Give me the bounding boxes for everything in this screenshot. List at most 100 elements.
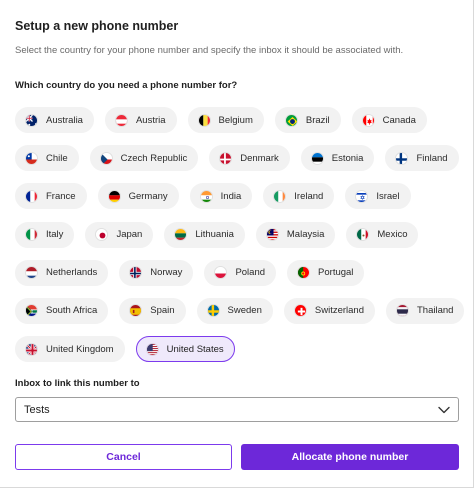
country-chip-label: Estonia	[331, 152, 364, 164]
dk-flag-icon	[219, 151, 233, 165]
jp-flag-icon	[95, 228, 109, 242]
no-flag-icon	[129, 266, 143, 280]
country-chip-czech-republic[interactable]: Czech Republic	[89, 145, 199, 172]
ca-flag-icon	[361, 113, 375, 127]
country-chip-label: Canada	[382, 114, 416, 126]
country-chip-brazil[interactable]: Brazil	[274, 107, 341, 133]
country-chip-norway[interactable]: Norway	[119, 259, 194, 286]
country-chip-label: Brazil	[305, 114, 330, 126]
country-chip-italy[interactable]: Italy	[15, 221, 75, 248]
country-chip-label: United Kingdom	[46, 343, 114, 355]
country-chip-label: France	[46, 190, 76, 202]
country-chip-label: Poland	[235, 267, 266, 279]
country-chip-label: Malaysia	[286, 229, 325, 241]
allocate-phone-number-button[interactable]: Allocate phone number	[241, 444, 459, 470]
country-chip-belgium[interactable]: Belgium	[187, 107, 264, 133]
country-chip-row: France Germany India Ireland Israel	[15, 183, 465, 210]
cz-flag-icon	[99, 151, 113, 165]
country-chip-label: Belgium	[218, 114, 253, 126]
country-chip-mexico[interactable]: Mexico	[346, 221, 419, 248]
country-chip-netherlands[interactable]: Netherlands	[15, 259, 109, 286]
country-chip-label: Finland	[416, 152, 448, 164]
pt-flag-icon	[297, 266, 311, 280]
country-chip-south-africa[interactable]: South Africa	[15, 297, 109, 324]
country-chip-label: Switzerland	[314, 305, 364, 317]
country-chip-ireland[interactable]: Ireland	[263, 183, 335, 210]
country-chip-thailand[interactable]: Thailand	[386, 297, 465, 324]
country-chip-france[interactable]: France	[15, 183, 87, 210]
ch-flag-icon	[293, 304, 307, 318]
country-chip-austria[interactable]: Austria	[104, 107, 177, 133]
country-chip-label: Denmark	[240, 152, 279, 164]
country-chip-estonia[interactable]: Estonia	[300, 145, 375, 172]
se-flag-icon	[206, 304, 220, 318]
es-flag-icon	[129, 304, 143, 318]
country-chip-united-kingdom[interactable]: United Kingdom	[15, 336, 125, 363]
mx-flag-icon	[356, 228, 370, 242]
country-chip-switzerland[interactable]: Switzerland	[283, 297, 375, 324]
country-chip-row: Netherlands Norway Poland Portugal	[15, 259, 465, 286]
my-flag-icon	[265, 228, 279, 242]
country-chip-label: Germany	[128, 190, 168, 202]
gb-flag-icon	[25, 342, 38, 356]
cancel-button[interactable]: Cancel	[15, 444, 232, 470]
inbox-select-value: Tests	[24, 403, 50, 416]
country-chip-label: United States	[166, 343, 224, 355]
country-chip-canada[interactable]: Canada	[351, 107, 427, 133]
dialog-subtitle: Select the country for your phone number…	[15, 45, 404, 56]
country-chip-malaysia[interactable]: Malaysia	[255, 221, 336, 248]
country-chip-finland[interactable]: Finland	[385, 145, 459, 172]
inbox-select[interactable]: Tests	[15, 397, 459, 422]
country-chip-list: Australia Austria Belgium Brazil Canada Chile…	[15, 107, 465, 374]
country-chip-label: Austria	[135, 114, 166, 126]
country-question-label: Which country do you need a phone number…	[15, 80, 238, 91]
country-chip-label: Chile	[46, 152, 68, 164]
lt-flag-icon	[174, 228, 188, 242]
country-chip-spain[interactable]: Spain	[119, 297, 186, 324]
country-chip-label: Norway	[150, 267, 183, 279]
country-chip-label: Thailand	[417, 305, 454, 317]
country-chip-label: Mexico	[377, 229, 408, 241]
au-flag-icon	[25, 113, 38, 127]
il-flag-icon	[355, 189, 369, 203]
country-chip-israel[interactable]: Israel	[345, 183, 411, 210]
country-chip-denmark[interactable]: Denmark	[209, 145, 290, 172]
country-chip-row: United Kingdom United States	[15, 336, 465, 363]
br-flag-icon	[284, 113, 298, 127]
country-chip-india[interactable]: India	[189, 183, 253, 210]
country-chip-lithuania[interactable]: Lithuania	[164, 221, 245, 248]
country-chip-row: Australia Austria Belgium Brazil Canada	[15, 107, 465, 133]
fi-flag-icon	[395, 151, 409, 165]
fr-flag-icon	[25, 189, 38, 203]
country-chip-label: India	[220, 190, 242, 202]
country-chip-label: Italy	[46, 229, 64, 241]
country-chip-portugal[interactable]: Portugal	[287, 259, 365, 286]
country-chip-chile[interactable]: Chile	[15, 145, 79, 172]
country-chip-label: Israel	[376, 190, 400, 202]
chevron-down-icon	[438, 406, 450, 413]
country-chip-label: Netherlands	[46, 267, 98, 279]
country-chip-label: Czech Republic	[120, 152, 188, 164]
country-chip-label: South Africa	[46, 305, 98, 317]
country-chip-label: Australia	[46, 114, 83, 126]
country-chip-row: Italy Japan Lithuania Malaysia Mexico	[15, 221, 465, 248]
country-chip-germany[interactable]: Germany	[97, 183, 179, 210]
country-chip-label: Lithuania	[195, 229, 234, 241]
ee-flag-icon	[310, 151, 324, 165]
th-flag-icon	[396, 304, 409, 318]
country-chip-united-states[interactable]: United States	[135, 336, 235, 363]
country-chip-label: Ireland	[294, 190, 324, 202]
at-flag-icon	[114, 113, 128, 127]
country-chip-row: South Africa Spain Sweden Switzerland Thaila…	[15, 297, 465, 324]
country-chip-japan[interactable]: Japan	[85, 221, 154, 248]
country-chip-sweden[interactable]: Sweden	[196, 297, 273, 324]
country-chip-australia[interactable]: Australia	[15, 107, 94, 133]
dialog: Setup a new phone number Select the coun…	[0, 0, 474, 488]
ie-flag-icon	[273, 189, 287, 203]
inbox-label: Inbox to link this number to	[15, 378, 140, 389]
cl-flag-icon	[25, 151, 38, 165]
country-chip-label: Sweden	[227, 305, 262, 317]
country-chip-poland[interactable]: Poland	[204, 259, 277, 286]
de-flag-icon	[107, 189, 121, 203]
country-chip-label: Portugal	[318, 267, 354, 279]
